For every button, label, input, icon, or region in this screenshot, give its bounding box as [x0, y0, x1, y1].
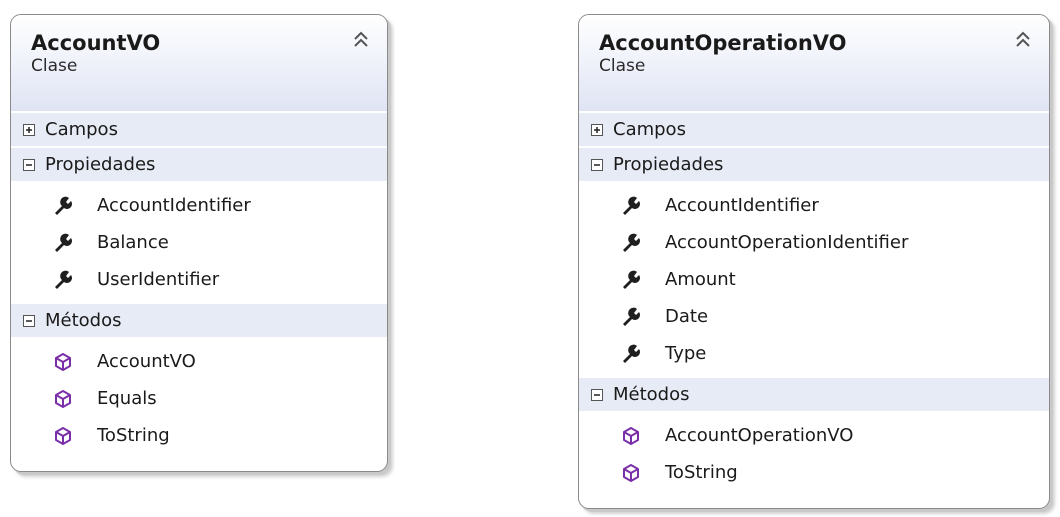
collapse-chevron-icon[interactable]: [353, 31, 369, 49]
list-item[interactable]: AccountVO: [11, 343, 387, 380]
method-cube-icon: [55, 426, 71, 445]
wrench-icon: [623, 344, 640, 363]
list-item[interactable]: UserIdentifier: [11, 261, 387, 298]
method-name: AccountVO: [97, 351, 196, 372]
list-item[interactable]: AccountOperationIdentifier: [579, 224, 1049, 261]
list-item[interactable]: Balance: [11, 224, 387, 261]
class-header[interactable]: AccountVO Clase: [11, 15, 387, 111]
properties-list: AccountIdentifier AccountOperationIdenti…: [579, 181, 1049, 376]
list-item[interactable]: AccountIdentifier: [11, 187, 387, 224]
section-campos[interactable]: Campos: [11, 111, 387, 146]
list-item[interactable]: AccountOperationVO: [579, 417, 1049, 454]
property-name: AccountOperationIdentifier: [665, 232, 909, 253]
wrench-icon: [55, 233, 72, 252]
section-label: Campos: [613, 119, 686, 140]
collapse-minus-icon[interactable]: [591, 388, 603, 401]
collapse-chevron-icon[interactable]: [1015, 31, 1031, 49]
wrench-icon: [623, 233, 640, 252]
wrench-icon: [623, 270, 640, 289]
methods-list: AccountVO Equals ToString: [11, 337, 387, 458]
expand-plus-icon[interactable]: [591, 123, 603, 136]
expand-plus-icon[interactable]: [23, 123, 35, 136]
class-name: AccountVO: [31, 31, 161, 55]
section-label: Campos: [45, 119, 118, 140]
class-kind: Clase: [31, 56, 78, 76]
property-name: Type: [665, 343, 707, 364]
property-name: AccountIdentifier: [97, 195, 251, 216]
list-item[interactable]: ToString: [579, 454, 1049, 491]
section-propiedades[interactable]: Propiedades: [11, 146, 387, 181]
section-campos[interactable]: Campos: [579, 111, 1049, 146]
method-cube-icon: [623, 426, 639, 445]
properties-list: AccountIdentifier Balance UserIdentifier: [11, 181, 387, 302]
property-name: Date: [665, 306, 709, 327]
method-cube-icon: [623, 463, 639, 482]
class-box-accountvo[interactable]: AccountVO Clase Campos Propiedades Accou…: [10, 14, 388, 472]
wrench-icon: [623, 196, 640, 215]
method-name: ToString: [665, 462, 738, 483]
class-kind: Clase: [599, 56, 646, 76]
method-name: AccountOperationVO: [665, 425, 854, 446]
methods-list: AccountOperationVO ToString: [579, 411, 1049, 495]
wrench-icon: [55, 270, 72, 289]
method-name: ToString: [97, 425, 170, 446]
method-cube-icon: [55, 389, 71, 408]
collapse-minus-icon[interactable]: [23, 158, 35, 171]
list-item[interactable]: Type: [579, 335, 1049, 372]
property-name: AccountIdentifier: [665, 195, 819, 216]
list-item[interactable]: Amount: [579, 261, 1049, 298]
section-metodos[interactable]: Métodos: [579, 376, 1049, 411]
section-metodos[interactable]: Métodos: [11, 302, 387, 337]
collapse-minus-icon[interactable]: [591, 158, 603, 171]
list-item[interactable]: Date: [579, 298, 1049, 335]
section-label: Métodos: [45, 310, 122, 331]
property-name: Amount: [665, 269, 736, 290]
section-label: Propiedades: [613, 154, 724, 175]
section-propiedades[interactable]: Propiedades: [579, 146, 1049, 181]
section-label: Métodos: [613, 384, 690, 405]
property-name: Balance: [97, 232, 169, 253]
wrench-icon: [623, 307, 640, 326]
collapse-minus-icon[interactable]: [23, 314, 35, 327]
class-header[interactable]: AccountOperationVO Clase: [579, 15, 1049, 111]
method-cube-icon: [55, 352, 71, 371]
class-box-accountoperationvo[interactable]: AccountOperationVO Clase Campos Propieda…: [578, 14, 1050, 509]
list-item[interactable]: ToString: [11, 417, 387, 454]
method-name: Equals: [97, 388, 157, 409]
property-name: UserIdentifier: [97, 269, 220, 290]
list-item[interactable]: AccountIdentifier: [579, 187, 1049, 224]
class-name: AccountOperationVO: [599, 31, 847, 55]
list-item[interactable]: Equals: [11, 380, 387, 417]
wrench-icon: [55, 196, 72, 215]
section-label: Propiedades: [45, 154, 156, 175]
